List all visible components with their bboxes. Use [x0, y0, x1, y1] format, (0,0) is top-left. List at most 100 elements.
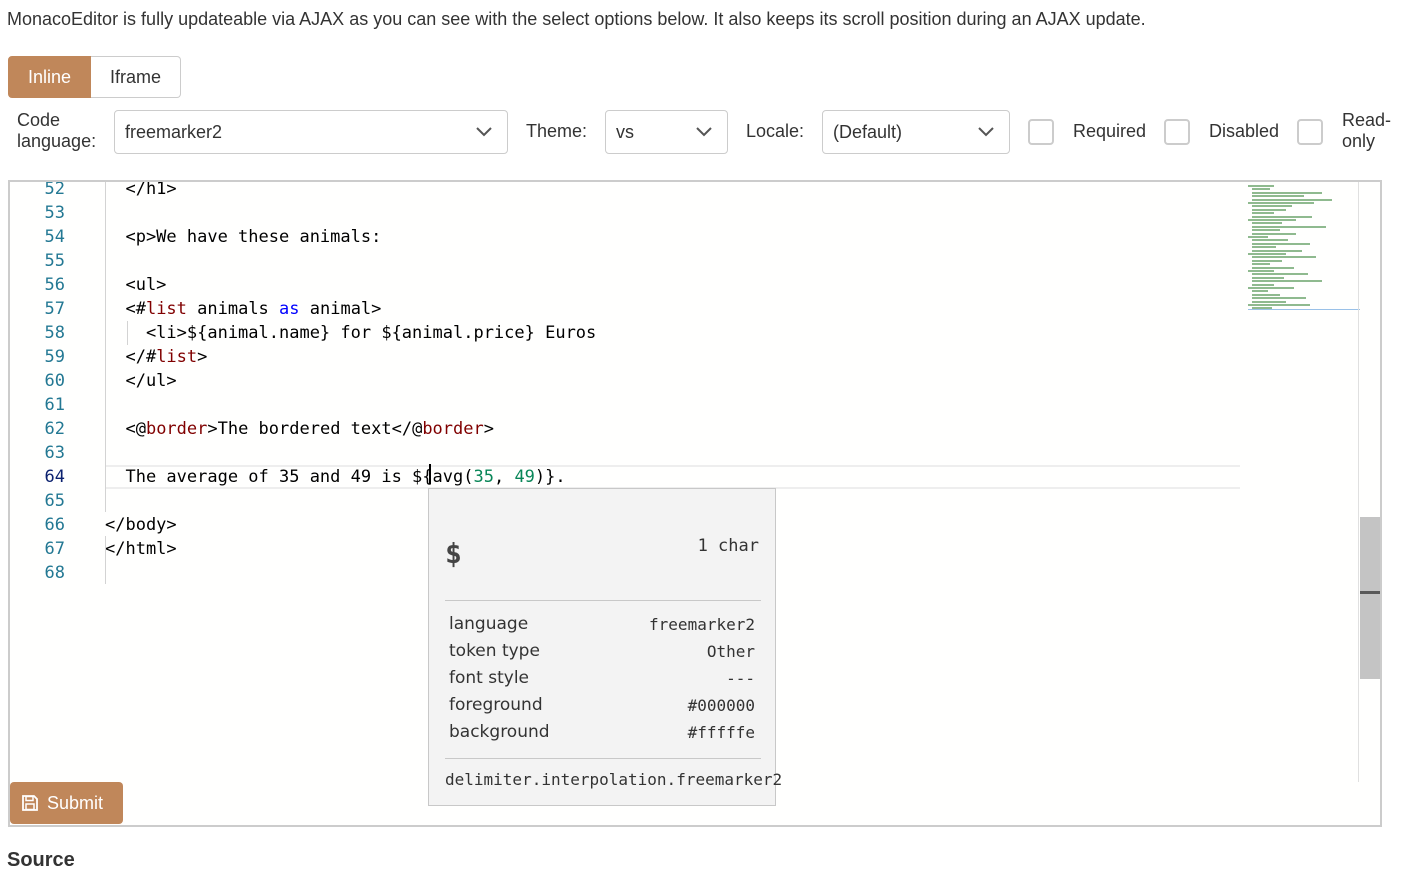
char-count: 1 char — [697, 536, 759, 556]
code-language-value: freemarker2 — [125, 121, 223, 142]
code-line[interactable]: 56 <ul> — [10, 273, 1250, 297]
scrollbar-thumb[interactable] — [1360, 517, 1380, 679]
code-line[interactable]: 58 <li>${animal.name} for ${animal.price… — [10, 321, 1250, 345]
line-number: 54 — [44, 227, 65, 247]
scrollbar-track — [1358, 182, 1359, 782]
code-line[interactable]: 62 <@border>The bordered text</@border> — [10, 417, 1250, 441]
indent-guide — [127, 321, 128, 345]
code-line[interactable]: 61 — [10, 393, 1250, 417]
code-line[interactable]: 53 — [10, 201, 1250, 225]
inline-mode-button[interactable]: Inline — [8, 56, 92, 98]
minimap-line — [1248, 270, 1274, 272]
submit-button[interactable]: Submit — [10, 782, 123, 824]
code-text: </ul> — [105, 371, 177, 391]
code-line[interactable]: 52 </h1> — [10, 180, 1250, 201]
inspected-char: $ — [445, 537, 462, 570]
required-label: Required — [1073, 121, 1147, 141]
code-line[interactable]: 63 — [10, 441, 1250, 465]
minimap-line — [1252, 225, 1326, 228]
code-text: </body> — [105, 515, 177, 535]
line-number: 60 — [44, 371, 65, 391]
indent-guide — [105, 182, 106, 512]
required-checkbox[interactable] — [1028, 119, 1054, 145]
iframe-mode-button[interactable]: Iframe — [91, 56, 182, 98]
minimap-line — [1252, 307, 1272, 310]
code-text: </h1> — [105, 180, 177, 199]
line-number: 65 — [44, 491, 65, 511]
minimap-line — [1252, 249, 1302, 252]
code-line[interactable]: 55 — [10, 249, 1250, 273]
minimap-line — [1252, 283, 1274, 286]
minimap-line — [1248, 253, 1286, 255]
token-info-row: token type Other — [449, 641, 755, 661]
minimap-line — [1248, 304, 1310, 306]
minimap-line — [1252, 300, 1286, 303]
readonly-checkbox[interactable] — [1297, 119, 1323, 145]
save-icon — [22, 795, 38, 811]
line-number: 53 — [44, 203, 65, 223]
line-number: 61 — [44, 395, 65, 415]
minimap-line — [1252, 293, 1280, 296]
minimap-line — [1252, 195, 1304, 198]
line-number: 68 — [44, 563, 65, 583]
line-number: 67 — [44, 539, 65, 559]
minimap-line — [1252, 259, 1282, 262]
scrollbar-cursor-marker — [1360, 591, 1380, 594]
minimap-line — [1252, 222, 1282, 225]
minimap-line — [1252, 256, 1316, 259]
divider — [445, 758, 761, 759]
minimap-line — [1248, 185, 1274, 187]
line-number: 56 — [44, 275, 65, 295]
chevron-down-icon — [476, 127, 492, 137]
minimap-line — [1252, 205, 1292, 208]
code-text: <li>${animal.name} for ${animal.price} E… — [105, 323, 597, 343]
minimap[interactable] — [1248, 182, 1360, 322]
disabled-label: Disabled — [1209, 121, 1280, 141]
minimap-line — [1252, 266, 1294, 269]
code-line[interactable]: 54 <p>We have these animals: — [10, 225, 1250, 249]
code-line[interactable]: 64 The average of 35 and 49 is ${avg(35,… — [10, 465, 1250, 489]
options-toolbar: Code language: freemarker2 Theme: vs Loc… — [0, 110, 1405, 154]
line-number: 63 — [44, 443, 65, 463]
code-text: <p>We have these animals: — [105, 227, 382, 247]
line-number: 55 — [44, 251, 65, 271]
minimap-line — [1252, 188, 1270, 191]
chevron-down-icon — [696, 127, 712, 137]
minimap-line — [1248, 287, 1294, 289]
minimap-line — [1252, 276, 1284, 279]
vertical-scrollbar[interactable] — [1358, 182, 1380, 825]
line-number: 59 — [44, 347, 65, 367]
code-text: <ul> — [105, 275, 167, 295]
theme-value: vs — [616, 121, 634, 142]
minimap-line — [1252, 198, 1332, 201]
token-info-row: foreground #000000 — [449, 695, 755, 715]
minimap-line — [1248, 202, 1314, 204]
locale-select[interactable]: (Default) — [822, 110, 1010, 154]
theme-select[interactable]: vs — [605, 110, 728, 154]
code-line[interactable]: 57 <#list animals as animal> — [10, 297, 1250, 321]
minimap-line — [1252, 246, 1276, 249]
indent-guide — [105, 536, 106, 584]
code-text: </html> — [105, 539, 177, 559]
mode-button-group: Inline Iframe — [8, 56, 182, 98]
token-info-row: language freemarker2 — [449, 614, 755, 634]
minimap-line — [1252, 232, 1296, 235]
minimap-line — [1252, 280, 1322, 283]
line-number: 64 — [44, 467, 65, 487]
token-info-row: font style --- — [449, 668, 755, 688]
code-line[interactable]: 59 </#list> — [10, 345, 1250, 369]
source-heading: Source — [7, 849, 75, 871]
code-text: </#list> — [105, 347, 208, 367]
disabled-checkbox[interactable] — [1164, 119, 1190, 145]
minimap-line — [1248, 236, 1268, 238]
minimap-line — [1252, 191, 1322, 194]
code-language-select[interactable]: freemarker2 — [114, 110, 508, 154]
line-number: 52 — [44, 180, 65, 199]
minimap-line — [1252, 208, 1286, 211]
minimap-line — [1252, 212, 1274, 215]
code-line[interactable]: 60 </ul> — [10, 369, 1250, 393]
divider — [445, 600, 761, 601]
line-number: 57 — [44, 299, 65, 319]
token-inspector-popup: $ 1 char language freemarker2 token type O… — [428, 488, 782, 806]
intro-text: MonacoEditor is fully updateable via AJA… — [7, 9, 1146, 29]
